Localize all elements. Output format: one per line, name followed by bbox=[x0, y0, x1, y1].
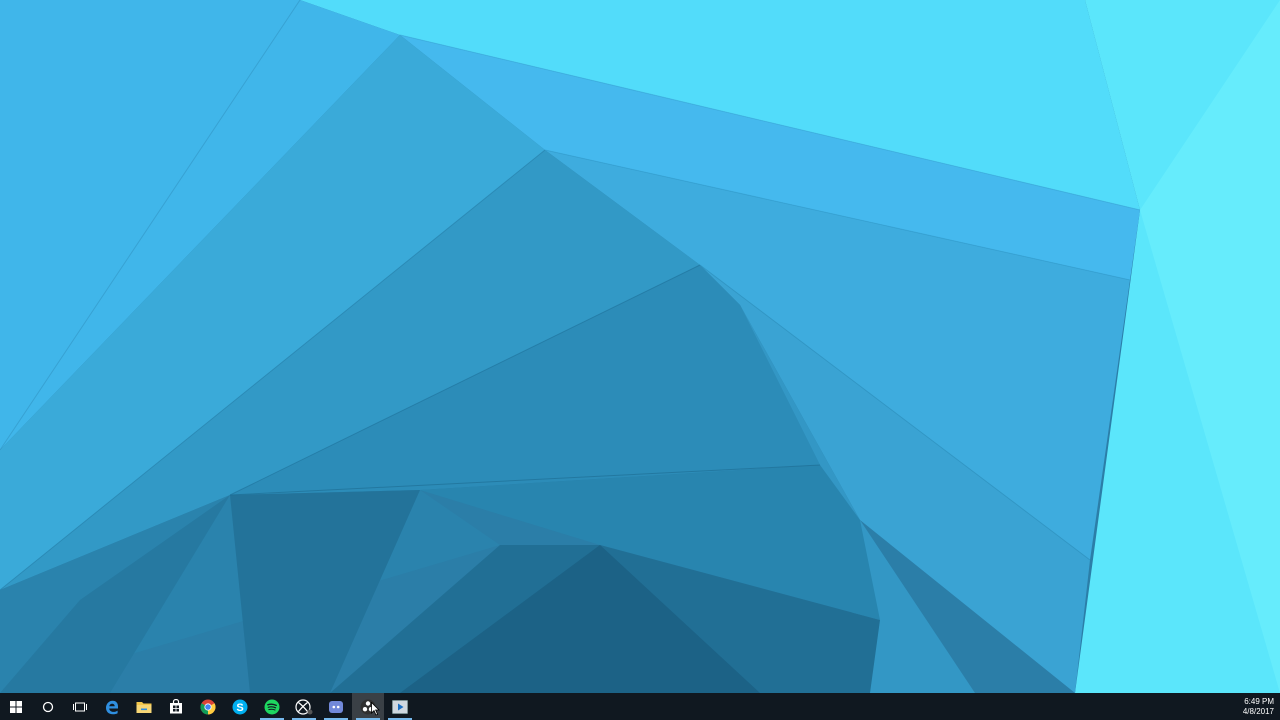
discord-button[interactable] bbox=[320, 693, 352, 720]
windows-logo-icon bbox=[10, 700, 22, 713]
file-explorer-button[interactable] bbox=[128, 693, 160, 720]
edge-button[interactable] bbox=[96, 693, 128, 720]
svg-text:S: S bbox=[236, 702, 243, 714]
clock[interactable]: 6:49 PM 4/8/2017 bbox=[1243, 697, 1274, 717]
start-button[interactable] bbox=[0, 693, 32, 720]
store-bag-icon bbox=[170, 699, 182, 714]
chrome-button[interactable] bbox=[192, 693, 224, 720]
task-view-button[interactable] bbox=[64, 693, 96, 720]
media-player-button[interactable] bbox=[384, 693, 416, 720]
taskbar: S 6:49 PM 4/8/2017 bbox=[0, 693, 1280, 720]
system-tray: 6:49 PM 4/8/2017 bbox=[1243, 693, 1280, 720]
task-view-icon bbox=[73, 702, 87, 711]
clock-time: 6:49 PM bbox=[1244, 696, 1274, 706]
edge-icon bbox=[106, 700, 118, 714]
cortana-circle-icon bbox=[42, 701, 54, 712]
mouse-cursor-icon bbox=[371, 702, 380, 716]
skype-icon: S bbox=[232, 699, 248, 714]
store-button[interactable] bbox=[160, 693, 192, 720]
media-player-icon bbox=[392, 699, 408, 714]
xbox-icon bbox=[295, 698, 313, 715]
spotify-icon bbox=[264, 699, 280, 714]
clock-date: 4/8/2017 bbox=[1242, 706, 1274, 716]
search-button[interactable] bbox=[32, 693, 64, 720]
discord-icon bbox=[329, 700, 343, 713]
skype-button[interactable]: S bbox=[224, 693, 256, 720]
desktop-wallpaper bbox=[0, 0, 1280, 693]
folder-icon bbox=[136, 701, 152, 713]
spotify-button[interactable] bbox=[256, 693, 288, 720]
xbox-button[interactable] bbox=[288, 693, 320, 720]
chrome-icon bbox=[200, 699, 216, 714]
